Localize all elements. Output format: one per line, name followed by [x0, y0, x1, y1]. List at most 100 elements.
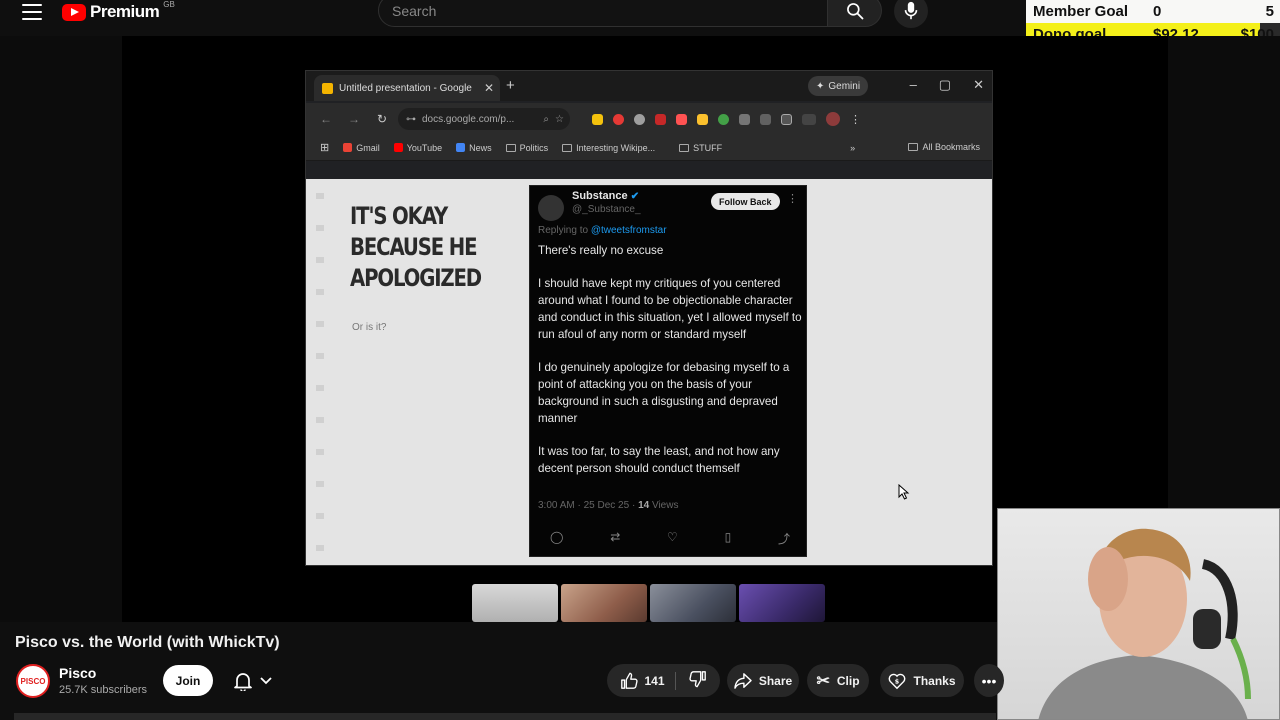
- minimize-icon: –: [909, 77, 917, 92]
- webcam-overlay: [997, 508, 1280, 720]
- thumbs-up-icon: [621, 672, 639, 689]
- gemini-button: ✦ Gemini: [808, 76, 869, 96]
- browser-tab-title: Untitled presentation - Google: [339, 82, 472, 94]
- news-icon: [456, 143, 466, 152]
- channel-name[interactable]: Pisco: [59, 665, 96, 681]
- stream-thumbnails: [472, 584, 825, 622]
- replying-prefix: Replying to: [538, 225, 589, 236]
- player-left-band: [0, 36, 122, 622]
- notification-button[interactable]: [222, 665, 284, 696]
- bookmark-label: STUFF: [693, 142, 723, 153]
- profile-icon: [826, 112, 840, 126]
- tweet-timestamp: 3:00 AM · 25 Dec 25 ·: [538, 500, 636, 511]
- youtube-logo[interactable]: Premium GB: [62, 0, 175, 22]
- site-info-icon: ⊶: [406, 113, 416, 125]
- replying-mention: @tweetsfromstar: [590, 225, 667, 236]
- microphone-icon: [904, 1, 918, 20]
- extension-icon: [718, 113, 729, 125]
- folder-icon: [679, 143, 690, 152]
- slide-title: IT'S OKAY BECAUSE HE APOLOGIZED: [350, 202, 482, 292]
- extension-icon: [739, 113, 750, 125]
- tweet-author: Substance ✔: [572, 190, 639, 202]
- thumbnail[interactable]: [561, 584, 647, 622]
- extension-icon: [592, 113, 603, 125]
- thanks-button[interactable]: $ Thanks: [880, 664, 964, 697]
- extension-icon: [634, 113, 645, 125]
- presentation-slide: IT'S OKAY BECAUSE HE APOLOGIZED Or is it…: [306, 179, 992, 565]
- bookmark-politics: Politics: [505, 142, 549, 153]
- thanks-heart-icon: $: [889, 673, 906, 689]
- maximize-icon: ▢: [938, 77, 952, 92]
- gmail-icon: [343, 143, 353, 152]
- bookmark-label: Gmail: [356, 142, 380, 153]
- join-button[interactable]: Join: [163, 665, 213, 696]
- tweet-paragraph: I do genuinely apologize for debasing my…: [538, 361, 790, 425]
- sparkle-icon: ✦: [816, 80, 825, 92]
- share-arrow-icon: [734, 672, 752, 689]
- close-window-icon: ✕: [973, 77, 984, 92]
- member-goal-target: 5: [1265, 3, 1274, 20]
- member-goal-current: 0: [1153, 3, 1162, 20]
- clip-button[interactable]: ✂ Clip: [807, 664, 869, 697]
- extension-icon: [697, 113, 708, 125]
- thumbnail[interactable]: [739, 584, 825, 622]
- search-button[interactable]: [828, 0, 882, 27]
- browser-window-in-video: Untitled presentation - Google ✕ + ✦ Gem…: [305, 70, 993, 566]
- tweet-handle: @_Substance_: [572, 204, 641, 215]
- slide-subtitle: Or is it?: [352, 322, 387, 333]
- tweet-author-name: Substance: [572, 190, 628, 202]
- menu-icon[interactable]: [22, 4, 42, 20]
- tweet-body: There's really no excuse I should have k…: [538, 242, 804, 493]
- window-controls: – ▢ ✕: [910, 77, 984, 93]
- extension-icon: [760, 113, 771, 125]
- heart-icon: ♡: [667, 530, 678, 544]
- thumbnail[interactable]: [472, 584, 558, 622]
- follow-back-button: Follow Back: [711, 193, 780, 210]
- chevron-right-icon: »: [850, 142, 856, 153]
- svg-text:$: $: [895, 678, 899, 685]
- thumbs-down-icon: [688, 671, 706, 688]
- bookmark-gmail: Gmail: [343, 143, 380, 153]
- more-icon: ⋮: [787, 193, 798, 205]
- logo-text: Premium: [90, 2, 160, 21]
- forward-arrow-icon: →: [348, 112, 360, 126]
- tweet-paragraph: It was too far, to say the least, and no…: [538, 445, 780, 475]
- dislike-button[interactable]: [683, 670, 707, 691]
- share-icon: ⤴: [777, 532, 790, 546]
- streamer-webcam-image: [1038, 528, 1251, 719]
- bell-icon: [234, 672, 252, 691]
- more-actions-button[interactable]: •••: [974, 664, 1004, 697]
- browser-toolbar: ← → ↻ ⊶ docs.google.com/p... ⌕ ☆ ⋮: [306, 103, 992, 135]
- channel-avatar[interactable]: PISCO: [16, 664, 50, 698]
- bookmark-stuff: STUFF: [679, 143, 722, 153]
- bookmark-icon: ▯: [724, 530, 732, 544]
- extensions-puzzle-icon: [781, 113, 792, 125]
- like-count: 141: [644, 673, 665, 688]
- share-button[interactable]: Share: [727, 664, 799, 697]
- youtube-icon: [393, 143, 403, 152]
- bookmark-news: News: [456, 143, 492, 153]
- browser-url: docs.google.com/p...: [422, 113, 515, 125]
- all-bookmarks-label: All Bookmarks: [922, 142, 980, 152]
- bookmark-label: Politics: [519, 142, 549, 153]
- bookmarks-bar: ⊞ Gmail YouTube News Politics Interestin…: [306, 135, 992, 161]
- chevron-down-icon: [260, 676, 272, 684]
- description-box-edge: [14, 713, 996, 720]
- more-horizontal-icon: •••: [981, 672, 997, 689]
- browser-menu-icon: ⋮: [850, 113, 861, 126]
- bookmark-youtube: YouTube: [393, 143, 442, 153]
- bookmark-label: News: [469, 142, 492, 153]
- browser-address-bar: ⊶ docs.google.com/p... ⌕ ☆: [398, 108, 570, 130]
- verified-icon: ✔: [630, 191, 640, 202]
- retweet-icon: ⇄: [610, 530, 621, 544]
- youtube-play-icon: [62, 3, 86, 21]
- gemini-label: Gemini: [828, 80, 861, 92]
- search-input[interactable]: [392, 2, 827, 19]
- search-icon: [846, 2, 863, 19]
- like-button[interactable]: 141: [620, 671, 676, 690]
- thumbnail[interactable]: [650, 584, 736, 622]
- scissors-icon: ✂: [816, 672, 830, 690]
- zoom-icon: ⌕: [543, 113, 550, 125]
- apps-grid-icon: ⊞: [320, 142, 330, 154]
- bookmark-star-icon: ☆: [555, 113, 564, 125]
